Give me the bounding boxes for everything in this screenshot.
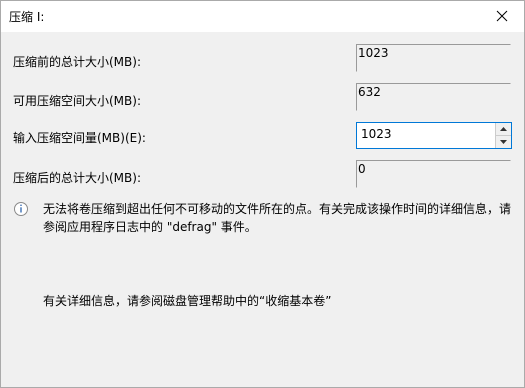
shrink-volume-dialog: 压缩 I: 压缩前的总计大小(MB): 1023 可用压缩空间大小(MB): 6… — [0, 0, 525, 388]
chevron-down-icon — [500, 140, 507, 144]
info-message: 无法将卷压缩到超出任何不可移动的文件所在的点。有关完成该操作时间的详细信息，请参… — [43, 202, 512, 234]
available-shrink-space-value: 632 — [358, 85, 381, 99]
total-size-after-label: 压缩后的总计大小(MB): — [13, 171, 141, 185]
available-shrink-space-label: 可用压缩空间大小(MB): — [13, 94, 141, 108]
window-title: 压缩 I: — [9, 10, 45, 24]
info-icon — [14, 202, 28, 216]
close-icon — [496, 10, 508, 22]
stepper-down-button[interactable] — [496, 136, 511, 148]
close-button[interactable] — [480, 1, 524, 32]
help-message: 有关详细信息，请参阅磁盘管理帮助中的“收缩基本卷” — [43, 294, 332, 308]
total-size-before-field: 1023 — [356, 44, 511, 72]
stepper-buttons — [495, 123, 511, 148]
total-size-before-value: 1023 — [358, 46, 389, 60]
shrink-amount-label: 输入压缩空间量(MB)(E): — [13, 131, 146, 145]
shrink-amount-input[interactable]: 1023 — [361, 127, 392, 141]
title-bar: 压缩 I: — [1, 1, 524, 32]
total-size-after-field: 0 — [356, 160, 511, 188]
total-size-after-value: 0 — [358, 162, 366, 176]
shrink-amount-stepper[interactable]: 1023 — [356, 122, 512, 149]
available-shrink-space-field: 632 — [356, 83, 511, 111]
stepper-up-button[interactable] — [496, 123, 511, 136]
total-size-before-label: 压缩前的总计大小(MB): — [13, 55, 141, 69]
chevron-up-icon — [500, 127, 507, 131]
